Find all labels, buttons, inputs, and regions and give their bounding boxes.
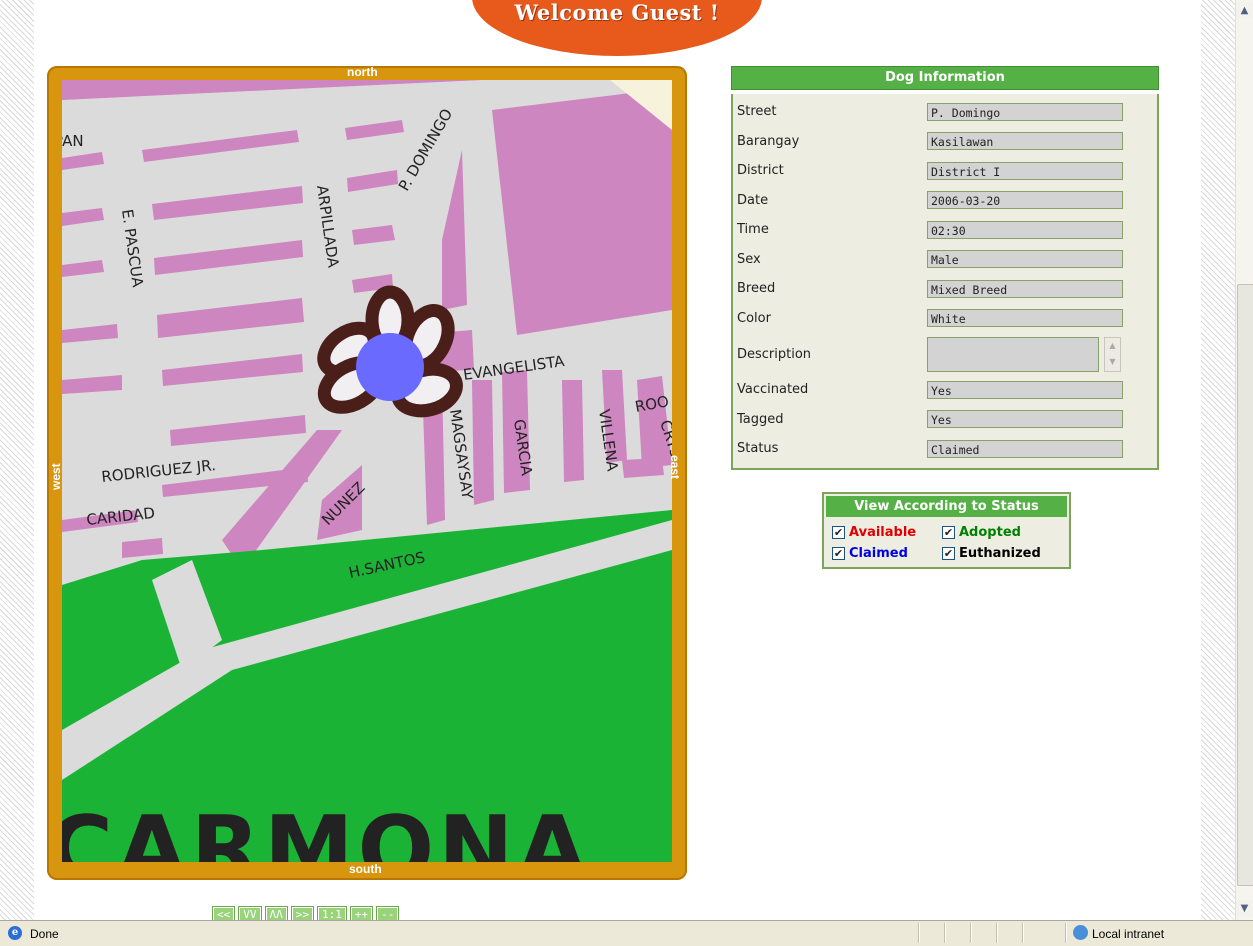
status-option-label: Claimed [849, 546, 908, 561]
status-option-available[interactable]: ✔ Available [832, 525, 942, 540]
field-label: Vaccinated [737, 382, 809, 398]
zoom-in-button[interactable]: ++ [349, 906, 374, 920]
checkbox-checked-icon[interactable]: ✔ [942, 547, 955, 560]
field-label: Street [737, 104, 777, 120]
field-label: Description [737, 346, 812, 362]
checkbox-checked-icon[interactable]: ✔ [832, 526, 845, 539]
status-field[interactable]: Claimed [927, 439, 1123, 458]
status-divider [944, 923, 945, 943]
zoom-out-button[interactable]: -- [376, 906, 400, 920]
status-divider [996, 923, 997, 943]
status-filter-title: View According to Status [826, 496, 1067, 517]
field-label: Sex [737, 251, 761, 267]
field-row-barangay: Barangay Kasilawan [733, 127, 1157, 157]
field-label: Status [737, 441, 779, 457]
compass-north-label: north [347, 65, 378, 79]
pan-up-button[interactable]: ΛΛ [264, 906, 288, 920]
field-row-date: Date 2006-03-20 [733, 186, 1157, 216]
field-row-street: Street P. Domingo [733, 97, 1157, 127]
welcome-text: Welcome Guest ! [514, 0, 720, 25]
browser-status-bar: e Done Local intranet [0, 920, 1253, 946]
field-row-description: Description ▲ ▼ [733, 333, 1157, 375]
compass-east-label: east [668, 455, 682, 480]
pan-right-button[interactable]: >> [290, 906, 314, 920]
welcome-banner: Welcome Guest ! [472, 0, 762, 56]
barangay-field[interactable]: Kasilawan [927, 132, 1123, 151]
status-option-adopted[interactable]: ✔ Adopted [942, 525, 1072, 540]
status-filter-options: ✔ Available ✔ Adopted ✔ Claimed ✔ Euthan… [824, 519, 1069, 567]
dog-information-title: Dog Information [731, 66, 1159, 90]
field-row-color: Color White [733, 304, 1157, 334]
status-divider [918, 923, 919, 943]
security-zone-text: Local intranet [1092, 927, 1165, 941]
pan-down-button[interactable]: VV [238, 906, 262, 920]
field-row-breed: Breed Mixed Breed [733, 274, 1157, 304]
svg-text:CARMONA: CARMONA [62, 797, 591, 862]
dog-information-fields: Street P. Domingo Barangay Kasilawan Dis… [731, 94, 1159, 470]
checkbox-checked-icon[interactable]: ✔ [832, 547, 845, 560]
field-row-time: Time 02:30 [733, 215, 1157, 245]
page-content: Welcome Guest ! AN P. DOMINGO ARPILLADA … [34, 0, 1201, 920]
svg-text:PAN: PAN [62, 132, 84, 150]
field-row-status: Status Claimed [733, 434, 1157, 464]
status-option-label: Available [849, 525, 917, 540]
description-textarea[interactable] [927, 336, 1099, 372]
scroll-down-arrow-icon[interactable]: ▼ [1236, 900, 1253, 917]
vaccinated-field[interactable]: Yes [927, 380, 1123, 399]
field-row-district: District District I [733, 156, 1157, 186]
status-option-label: Adopted [959, 525, 1021, 540]
status-option-claimed[interactable]: ✔ Claimed [832, 546, 942, 561]
date-field[interactable]: 2006-03-20 [927, 191, 1123, 210]
zoom-reset-button[interactable]: 1:1 [317, 906, 347, 920]
status-divider [1065, 923, 1066, 943]
field-label: District [737, 163, 784, 179]
field-label: Date [737, 192, 769, 208]
color-field[interactable]: White [927, 309, 1123, 328]
status-divider [1022, 923, 1023, 943]
map-controls: << VV ΛΛ >> 1:1 ++ -- [212, 906, 400, 920]
field-row-vaccinated: Vaccinated Yes [733, 375, 1157, 405]
scrollbar-thumb[interactable] [1237, 284, 1253, 886]
compass-south-label: south [349, 862, 382, 876]
vertical-scrollbar[interactable]: ▲ ▼ [1235, 0, 1253, 920]
time-field[interactable]: 02:30 [927, 220, 1123, 239]
field-label: Color [737, 310, 771, 326]
sex-field[interactable]: Male [927, 250, 1123, 269]
scroll-up-arrow-icon[interactable]: ▲ [1236, 2, 1253, 19]
field-label: Breed [737, 281, 776, 297]
field-row-tagged: Tagged Yes [733, 405, 1157, 435]
status-divider [970, 923, 971, 943]
street-field[interactable]: P. Domingo [927, 102, 1123, 121]
status-option-label: Euthanized [959, 546, 1041, 561]
page-margin-left [0, 0, 34, 920]
status-text: Done [30, 927, 59, 941]
field-label: Tagged [737, 411, 784, 427]
district-field[interactable]: District I [927, 161, 1123, 180]
map-canvas[interactable]: PAN P. DOMINGO ARPILLADA E. PASCUA EVANG… [62, 80, 672, 862]
field-label: Barangay [737, 133, 800, 149]
pan-left-button[interactable]: << [212, 906, 236, 920]
scroll-up-icon: ▲ [1109, 340, 1116, 350]
internet-explorer-icon: e [8, 926, 22, 940]
map-graphic: PAN P. DOMINGO ARPILLADA E. PASCUA EVANG… [62, 80, 672, 862]
compass-west-label: west [49, 463, 63, 490]
field-label: Time [737, 222, 769, 238]
page-margin-right [1201, 0, 1235, 920]
breed-field[interactable]: Mixed Breed [927, 279, 1123, 298]
checkbox-checked-icon[interactable]: ✔ [942, 526, 955, 539]
dog-information-panel: Dog Information Street P. Domingo Barang… [731, 66, 1159, 470]
description-scrollbar[interactable]: ▲ ▼ [1104, 336, 1121, 372]
tagged-field[interactable]: Yes [927, 410, 1123, 429]
field-row-sex: Sex Male [733, 245, 1157, 275]
intranet-globe-icon [1073, 925, 1088, 940]
status-filter-panel: View According to Status ✔ Available ✔ A… [822, 492, 1071, 569]
status-option-euthanized[interactable]: ✔ Euthanized [942, 546, 1072, 561]
scroll-down-icon: ▼ [1109, 356, 1116, 366]
